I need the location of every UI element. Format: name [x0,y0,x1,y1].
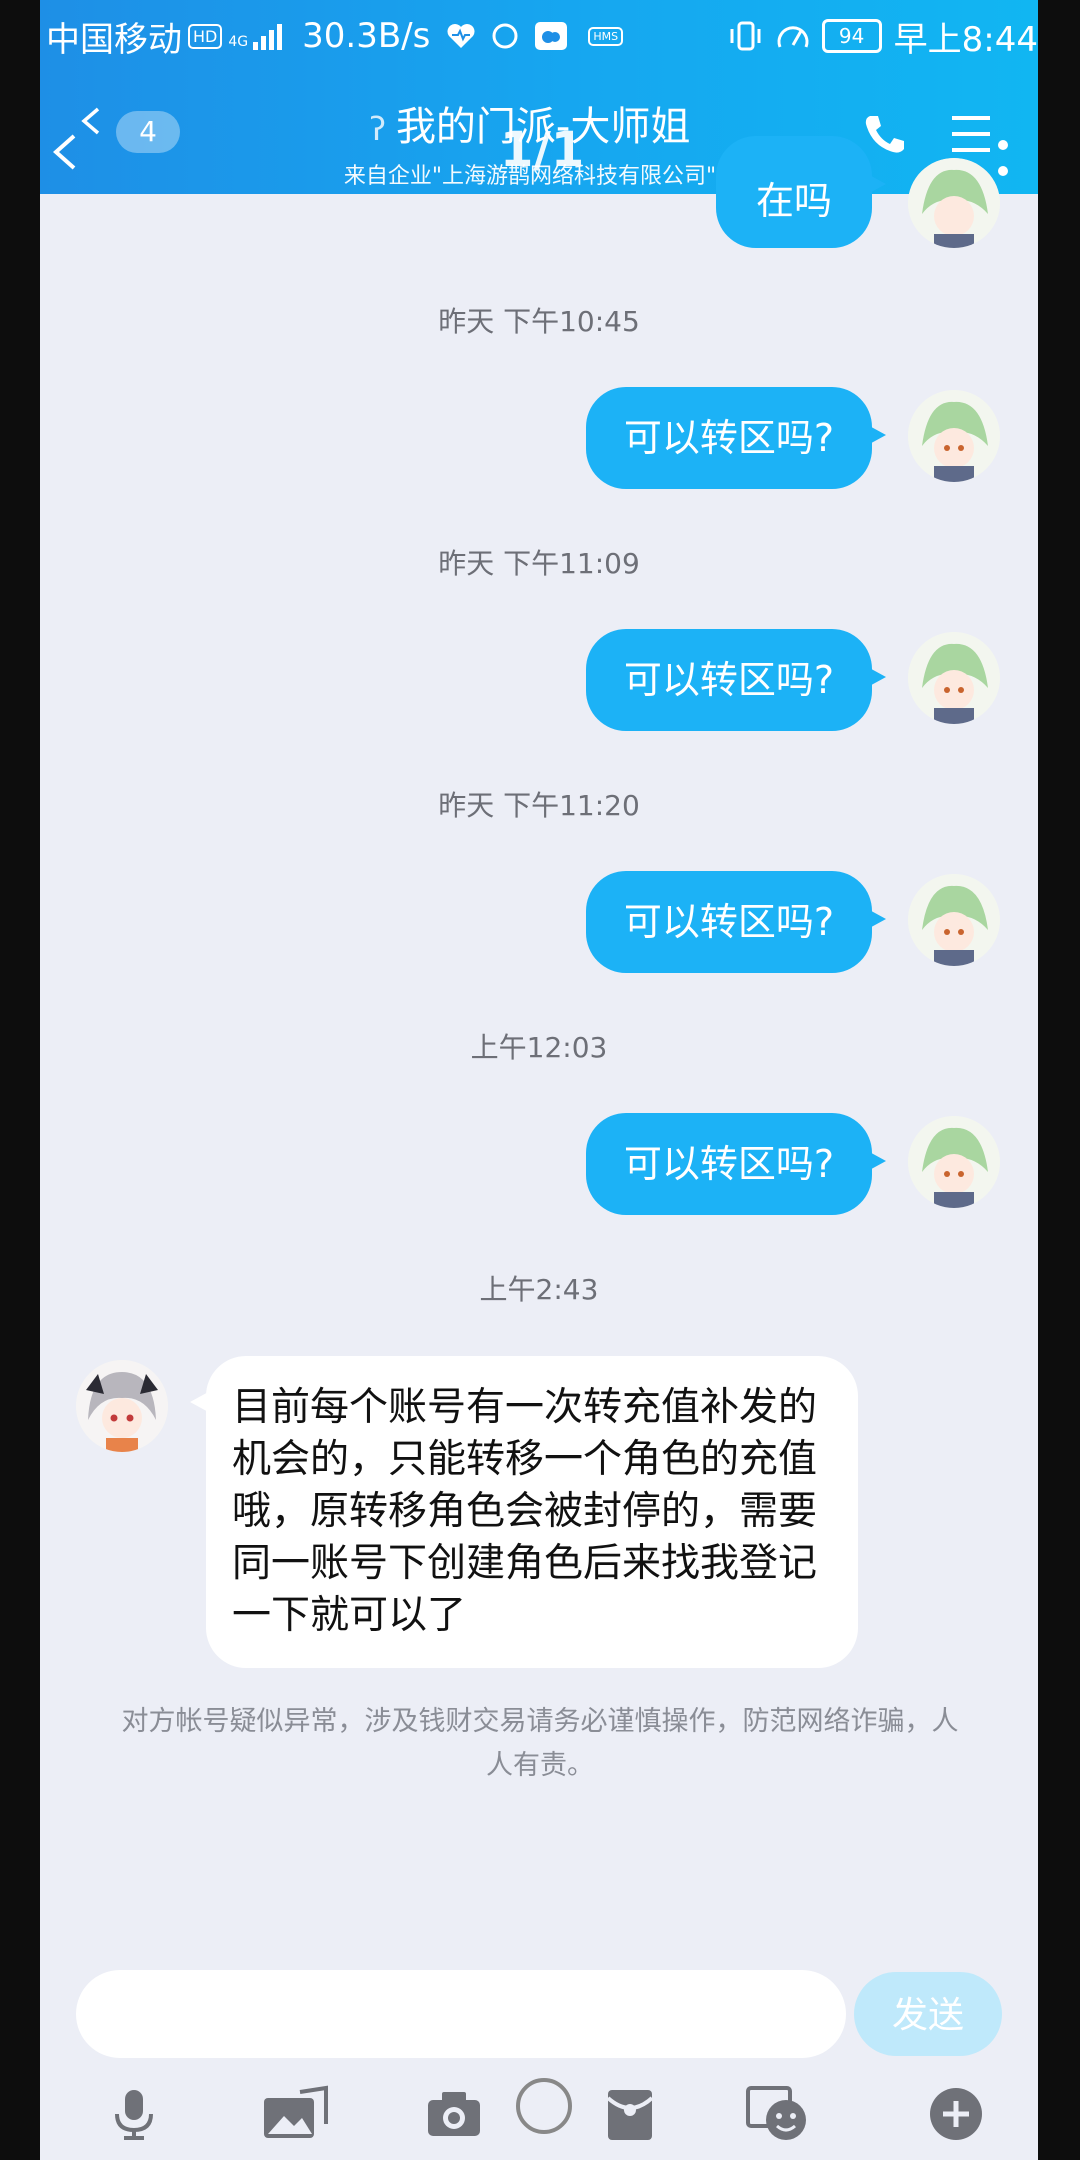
left-border [0,0,40,2160]
page-counter: 1/1 [500,122,585,178]
message-bubble[interactable]: 可以转区吗? [585,629,887,731]
signal-icon: 4G [228,22,283,50]
top-bar: 中国移动 HD 4G 30.3B/s HMS 94 早上8:44 4 ʔ 我的门… [40,0,1038,194]
network-label: 4G [228,34,249,50]
my-avatar[interactable] [908,390,1000,482]
contact-avatar[interactable] [76,1360,168,1452]
hms-badge: HMS [588,26,624,46]
timestamp: 昨天 下午10:45 [438,305,640,338]
menu-dot [998,166,1008,176]
reply-bubble[interactable]: 目前每个账号有一次转充值补发的机会的，只能转移一个角色的充值哦，原转移角色会被封… [190,1356,858,1668]
chat-screen: 中国移动 HD 4G 30.3B/s HMS 94 早上8:44 4 ʔ 我的门… [40,0,1038,2160]
timestamp: 上午12:03 [470,1031,608,1064]
weather-icon [535,22,568,50]
battery-indicator: 94 [821,19,882,53]
timestamp: 昨天 下午11:20 [438,789,640,822]
contact-avatar-image [76,1360,168,1452]
timestamp: 昨天 下午11:09 [438,547,640,580]
speed-gauge-icon [777,26,809,48]
my-avatar-image [908,390,1000,482]
sync-icon [492,23,518,49]
message-input[interactable] [76,1970,846,2058]
message-bubble-partial[interactable]: 在吗 [715,136,887,248]
message-bubble[interactable]: 可以转区吗? [585,1113,887,1215]
my-avatar[interactable] [908,632,1000,724]
my-avatar-image [908,874,1000,966]
camera-icon[interactable] [424,2084,484,2144]
right-border [1040,0,1080,2160]
network-speed: 30.3B/s [302,16,431,56]
health-heart-icon [447,24,475,48]
my-avatar[interactable] [908,874,1000,966]
phone-icon[interactable] [860,110,908,158]
plus-icon[interactable] [926,2084,986,2144]
home-indicator-icon[interactable] [516,2078,572,2134]
mic-icon[interactable] [104,2084,164,2144]
carrier-label: 中国移动 [46,19,182,60]
redpacket-icon[interactable] [600,2084,660,2144]
my-avatar[interactable] [908,158,1000,248]
message-bubble[interactable]: 可以转区吗? [585,871,887,973]
my-avatar-image [908,632,1000,724]
back-chevron-icon[interactable] [76,106,106,136]
chat-header: 4 ʔ 我的门派-大师姐 来自企业"上海游鹊网络科技有限公司" 1/1 [40,72,1038,194]
image-icon[interactable] [260,2084,332,2144]
my-avatar-image [908,1116,1000,1208]
unread-count-badge[interactable]: 4 [116,111,180,153]
clock: 早上8:44 [893,19,1038,60]
timestamp: 上午2:43 [479,1273,599,1306]
ear-mode-icon: ʔ [369,110,386,148]
vibrate-icon [730,21,761,51]
my-avatar-image [908,158,1000,248]
back-arrow-icon[interactable] [46,132,86,172]
menu-icon[interactable] [950,112,996,156]
hd-badge: HD [188,23,223,49]
menu-dot [998,140,1008,150]
message-bubble[interactable]: 可以转区吗? [585,387,887,489]
fraud-warning: 对方帐号疑似异常，涉及钱财交易请务必谨慎操作，防范网络诈骗，人人有责。 [121,1706,959,1781]
send-button[interactable]: 发送 [854,1972,1002,2056]
input-row: 发送 [40,1970,1038,2060]
status-bar: 中国移动 HD 4G 30.3B/s HMS 94 早上8:44 [40,0,1038,72]
my-avatar[interactable] [908,1116,1000,1208]
emoji-icon[interactable] [744,2084,814,2144]
